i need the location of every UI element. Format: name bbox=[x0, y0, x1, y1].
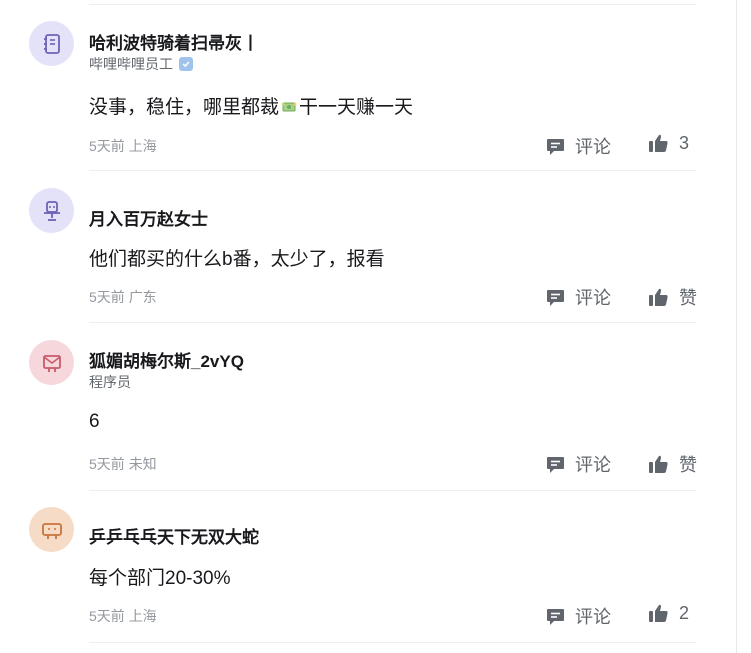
like-count: 2 bbox=[679, 603, 690, 623]
like-label: 赞 bbox=[679, 455, 697, 475]
comment-meta: 5天前 上海 bbox=[89, 136, 157, 156]
comment-location: 上海 bbox=[128, 138, 157, 154]
reply-label: 评论 bbox=[575, 607, 611, 627]
avatar[interactable] bbox=[29, 340, 74, 385]
comment-content: 每个部门20-30% bbox=[89, 568, 231, 589]
avatar[interactable] bbox=[29, 507, 74, 552]
comment-content: 他们都买的什么b番，太少了，报看 bbox=[89, 249, 385, 270]
comment-location: 广东 bbox=[128, 289, 157, 305]
comment-meta: 5天前 未知 bbox=[89, 454, 157, 474]
reply-button[interactable]: 评论 bbox=[545, 451, 611, 477]
user-role-label: 程序员 bbox=[89, 374, 131, 390]
comment-bubble-icon bbox=[547, 289, 564, 306]
thumbs-up-icon bbox=[649, 134, 668, 152]
scrollbar-track[interactable] bbox=[736, 0, 737, 653]
comment-divider bbox=[89, 642, 696, 643]
wallet-icon bbox=[41, 522, 62, 539]
comment-divider bbox=[89, 170, 696, 171]
comment-time: 5天前 bbox=[89, 456, 125, 472]
money-wings-emoji-icon bbox=[280, 99, 298, 115]
reply-label: 评论 bbox=[575, 288, 611, 308]
like-label: 赞 bbox=[679, 288, 697, 308]
like-button[interactable]: 赞 bbox=[648, 451, 697, 477]
avatar[interactable] bbox=[29, 21, 74, 66]
comment-meta: 5天前 广东 bbox=[89, 287, 157, 307]
chair-icon bbox=[43, 200, 60, 221]
comment-time: 5天前 bbox=[89, 289, 125, 305]
comment-divider bbox=[89, 490, 696, 491]
thumbs-up-icon bbox=[649, 455, 668, 473]
comment-bubble-icon bbox=[547, 138, 564, 155]
like-button[interactable]: 3 bbox=[648, 133, 689, 154]
thumbs-up-icon bbox=[649, 604, 668, 622]
envelope-icon bbox=[42, 354, 61, 372]
comment-location: 上海 bbox=[128, 608, 157, 624]
top-divider bbox=[89, 4, 696, 5]
username[interactable]: 月入百万赵女士 bbox=[89, 205, 208, 230]
comment-divider bbox=[89, 322, 696, 323]
reply-label: 评论 bbox=[575, 455, 611, 475]
reply-button[interactable]: 评论 bbox=[545, 603, 611, 629]
comment-time: 5天前 bbox=[89, 608, 125, 624]
user-role: 程序员 bbox=[89, 372, 131, 392]
like-button[interactable]: 赞 bbox=[648, 284, 697, 310]
comment-location: 未知 bbox=[128, 456, 157, 472]
like-button[interactable]: 2 bbox=[648, 603, 689, 624]
reply-button[interactable]: 评论 bbox=[545, 284, 611, 310]
comment-text-part: 没事，稳住，哪里都裁 bbox=[89, 97, 280, 118]
user-role: 哔哩哔哩员工 bbox=[89, 54, 193, 74]
user-role-label: 哔哩哔哩员工 bbox=[89, 56, 173, 72]
verified-badge-icon bbox=[179, 57, 193, 71]
comment-bubble-icon bbox=[547, 608, 564, 625]
avatar[interactable] bbox=[29, 188, 74, 233]
comment-text-part: 干一天赚一天 bbox=[299, 97, 414, 118]
username[interactable]: 狐媚胡梅尔斯_2vYQ bbox=[89, 347, 244, 372]
thumbs-up-icon bbox=[649, 288, 668, 306]
comment-time: 5天前 bbox=[89, 138, 125, 154]
comment-content: 6 bbox=[89, 411, 100, 432]
comment-content: 没事，稳住，哪里都裁 干一天赚一天 bbox=[89, 92, 413, 119]
username[interactable]: 哈利波特骑着扫帚灰丨 bbox=[89, 29, 259, 54]
comment-bubble-icon bbox=[547, 456, 564, 473]
notebook-icon bbox=[43, 33, 60, 54]
like-count: 3 bbox=[679, 133, 690, 153]
reply-label: 评论 bbox=[575, 137, 611, 157]
reply-button[interactable]: 评论 bbox=[545, 133, 611, 159]
username[interactable]: 乒乒乓乓天下无双大蛇 bbox=[89, 523, 259, 548]
comment-meta: 5天前 上海 bbox=[89, 606, 157, 626]
